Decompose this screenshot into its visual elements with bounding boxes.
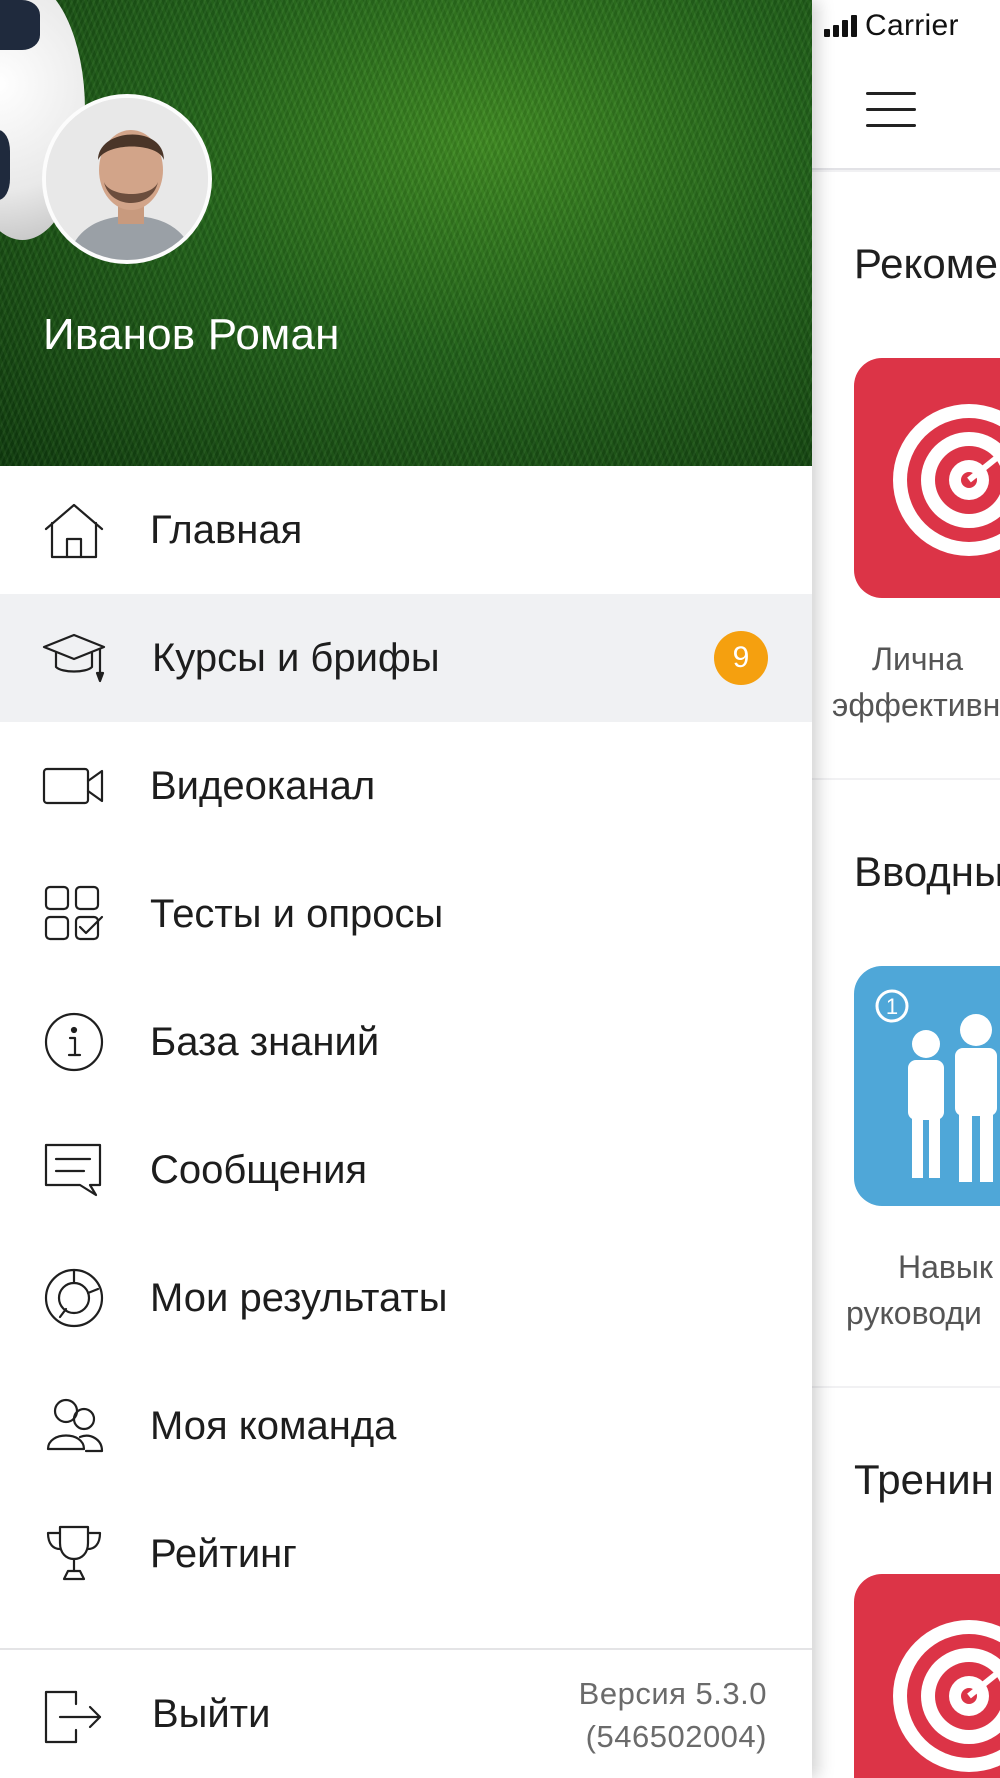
section-trainings: Тренин bbox=[812, 1388, 1000, 1778]
section-title: Вводны bbox=[854, 848, 1000, 895]
menu-item-label: Мои результаты bbox=[150, 1276, 448, 1320]
menu-item-label: База знаний bbox=[150, 1020, 380, 1064]
tests-grid-icon bbox=[40, 883, 108, 945]
section-recommended: Рекоме Лична эффективн bbox=[812, 172, 1000, 778]
message-icon bbox=[40, 1139, 108, 1201]
background-app: Carrier Рекоме Лична эффективн Вводны 1 … bbox=[812, 0, 1000, 1778]
course-caption: Навык руководи bbox=[846, 1249, 993, 1331]
app-version: Версия 5.3.0 (546502004) bbox=[579, 1672, 767, 1758]
course-caption: Лична эффективн bbox=[832, 641, 1000, 723]
menu-item-label: Моя команда bbox=[150, 1404, 397, 1448]
menu-item-team[interactable]: Моя команда bbox=[0, 1362, 812, 1490]
course-tile[interactable] bbox=[854, 358, 1000, 598]
version-number: Версия 5.3.0 bbox=[578, 1676, 767, 1711]
team-icon bbox=[40, 1395, 108, 1457]
target-icon bbox=[893, 1620, 1000, 1772]
graduation-cap-icon bbox=[40, 627, 108, 689]
avatar[interactable] bbox=[42, 94, 212, 264]
course-tile[interactable] bbox=[854, 1574, 1000, 1778]
notification-badge: 9 bbox=[714, 631, 768, 685]
menu-item-label: Видеоканал bbox=[150, 764, 376, 808]
menu-item-courses[interactable]: Курсы и брифы 9 bbox=[0, 594, 812, 722]
user-name: Иванов Роман bbox=[43, 310, 340, 359]
section-title: Тренин bbox=[854, 1456, 994, 1503]
section-intro: Вводны 1 Навык руководи bbox=[812, 780, 1000, 1386]
nav-bar bbox=[812, 52, 1000, 170]
target-icon bbox=[893, 404, 1000, 556]
avatar-photo bbox=[46, 98, 208, 260]
info-icon bbox=[40, 1011, 108, 1073]
menu-item-video[interactable]: Видеоканал bbox=[0, 722, 812, 850]
menu-item-home[interactable]: Главная bbox=[0, 466, 812, 594]
menu-item-results[interactable]: Мои результаты bbox=[0, 1234, 812, 1362]
menu-item-label: Главная bbox=[150, 508, 303, 552]
logout-icon bbox=[40, 1686, 108, 1748]
home-icon bbox=[40, 499, 108, 561]
section-title: Рекоме bbox=[854, 240, 998, 287]
menu-item-label: Сообщения bbox=[150, 1148, 368, 1192]
course-tile[interactable]: 1 bbox=[854, 966, 1000, 1206]
menu-item-label: Рейтинг bbox=[150, 1532, 297, 1576]
results-chart-icon bbox=[40, 1267, 108, 1329]
carrier-label: Carrier bbox=[865, 9, 959, 42]
logout-label: Выйти bbox=[152, 1692, 271, 1736]
hamburger-menu-icon[interactable] bbox=[866, 92, 916, 128]
video-camera-icon bbox=[40, 755, 108, 817]
menu-item-label: Курсы и брифы bbox=[152, 636, 440, 680]
menu-item-tests[interactable]: Тесты и опросы bbox=[0, 850, 812, 978]
trophy-icon bbox=[40, 1523, 108, 1585]
status-bar: Carrier bbox=[812, 0, 1000, 52]
menu-item-knowledge-base[interactable]: База знаний bbox=[0, 978, 812, 1106]
signal-icon bbox=[824, 15, 857, 37]
menu-item-rating[interactable]: Рейтинг bbox=[0, 1490, 812, 1618]
svg-text:1: 1 bbox=[886, 994, 898, 1019]
menu-item-label: Тесты и опросы bbox=[150, 892, 444, 936]
drawer-menu: Главная Курсы и брифы 9 Видеоканал Тесты… bbox=[0, 466, 812, 1618]
menu-item-messages[interactable]: Сообщения bbox=[0, 1106, 812, 1234]
team-people-icon: 1 bbox=[875, 989, 997, 1182]
drawer-header: Иванов Роман bbox=[0, 0, 812, 466]
build-number: (546502004) bbox=[585, 1719, 767, 1754]
navigation-drawer: Иванов Роман Главная Курсы и брифы 9 Вид… bbox=[0, 0, 812, 1778]
